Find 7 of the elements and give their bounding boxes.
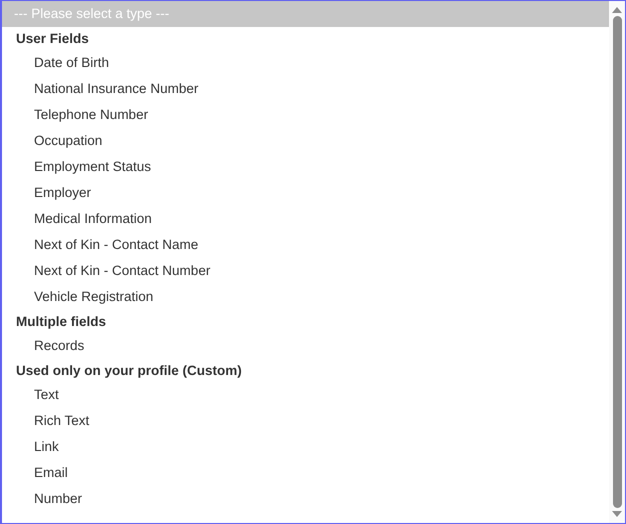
group-heading: User Fields <box>15 30 90 48</box>
group-heading: Multiple fields <box>15 313 108 331</box>
scroll-up-arrow-icon[interactable] <box>612 7 622 13</box>
scrollbar[interactable] <box>609 1 625 523</box>
scroll-down-arrow-icon[interactable] <box>612 511 622 517</box>
scrollbar-thumb[interactable] <box>612 16 622 508</box>
group-heading: Used only on your profile (Custom) <box>15 362 243 380</box>
